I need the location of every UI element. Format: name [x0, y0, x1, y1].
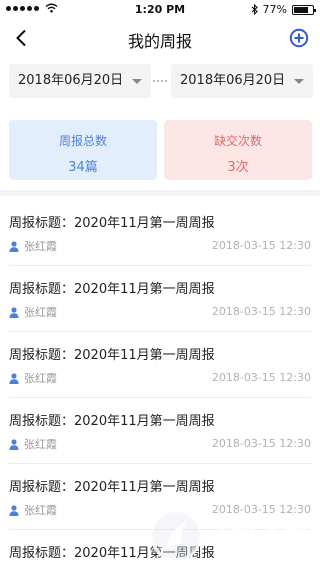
- status-right: 77%: [251, 3, 316, 16]
- report-time: 2018-03-15 12:30: [211, 437, 311, 450]
- svg-text:飞翔下载: 飞翔下载: [206, 518, 310, 546]
- total-reports-card: 周报总数 34篇: [9, 120, 157, 180]
- list-item[interactable]: 周报标题：2020年11月第一周周报 张红霞 2018-03-15 12:30: [9, 332, 311, 398]
- list-item[interactable]: 周报标题：2020年11月第一周周报 张红霞 2018-03-15 12:30: [9, 398, 311, 464]
- page-title: 我的周报: [127, 32, 192, 51]
- caret-down-icon: [294, 79, 304, 84]
- report-author: 张红霞: [9, 238, 57, 254]
- nav-bar: 我的周报: [0, 20, 320, 56]
- start-date-select[interactable]: 2018年06月20日: [9, 64, 151, 98]
- report-title: 周报标题：2020年11月第一周周报: [9, 282, 215, 297]
- report-time: 2018-03-15 12:30: [211, 305, 311, 318]
- report-time: 2018-03-15 12:30: [211, 239, 311, 252]
- range-separator: [153, 80, 167, 82]
- report-title: 周报标题：2020年11月第一周周报: [9, 216, 215, 231]
- section-divider: [0, 190, 320, 196]
- list-item[interactable]: 周报标题：2020年11月第一周周报 张红霞 2018-03-15 12:30: [9, 200, 311, 266]
- report-title: 周报标题：2020年11月第一周周报: [9, 348, 215, 363]
- missed-submissions-label: 缺交次数: [213, 134, 262, 148]
- watermark-graphic: 飞翔下载 WWW.FXXZ.COM: [150, 510, 310, 562]
- start-date-value: 2018年06月20日: [18, 73, 124, 88]
- plus-circle-icon: [289, 28, 309, 48]
- report-author: 张红霞: [9, 304, 57, 320]
- user-icon: [9, 438, 19, 450]
- total-reports-value: 34篇: [68, 160, 98, 175]
- author-name: 张红霞: [24, 306, 57, 319]
- report-time: 2018-03-15 12:30: [211, 371, 311, 384]
- battery-percent: 77%: [262, 3, 287, 16]
- report-title: 周报标题：2020年11月第一周周报: [9, 480, 215, 495]
- user-icon: [9, 504, 19, 516]
- battery-icon: [292, 4, 316, 15]
- report-author: 张红霞: [9, 502, 57, 518]
- svg-text:WWW.FXXZ.COM: WWW.FXXZ.COM: [214, 550, 308, 561]
- user-icon: [9, 240, 19, 252]
- user-icon: [9, 306, 19, 318]
- stats-row: 周报总数 34篇 缺交次数 3次: [0, 120, 320, 182]
- end-date-value: 2018年06月20日: [180, 73, 286, 88]
- list-item[interactable]: 周报标题：2020年11月第一周周报 张红霞 2018-03-15 12:30: [9, 266, 311, 332]
- add-report-button[interactable]: [288, 27, 310, 49]
- missed-submissions-value: 3次: [227, 160, 249, 175]
- report-author: 张红霞: [9, 370, 57, 386]
- status-bar: 1:20 PM 77%: [0, 0, 320, 20]
- caret-down-icon: [132, 79, 142, 84]
- missed-submissions-card: 缺交次数 3次: [164, 120, 312, 180]
- report-author: 张红霞: [9, 436, 57, 452]
- end-date-select[interactable]: 2018年06月20日: [171, 64, 313, 98]
- user-icon: [9, 372, 19, 384]
- report-title: 周报标题：2020年11月第一周周报: [9, 414, 215, 429]
- author-name: 张红霞: [24, 438, 57, 451]
- bluetooth-icon: [251, 4, 258, 15]
- author-name: 张红霞: [24, 504, 57, 517]
- date-range-bar: 2018年06月20日 2018年06月20日: [0, 60, 320, 100]
- author-name: 张红霞: [24, 372, 57, 385]
- total-reports-label: 周报总数: [58, 134, 107, 148]
- watermark-logo: 飞翔下载 WWW.FXXZ.COM: [148, 506, 316, 566]
- author-name: 张红霞: [24, 240, 57, 253]
